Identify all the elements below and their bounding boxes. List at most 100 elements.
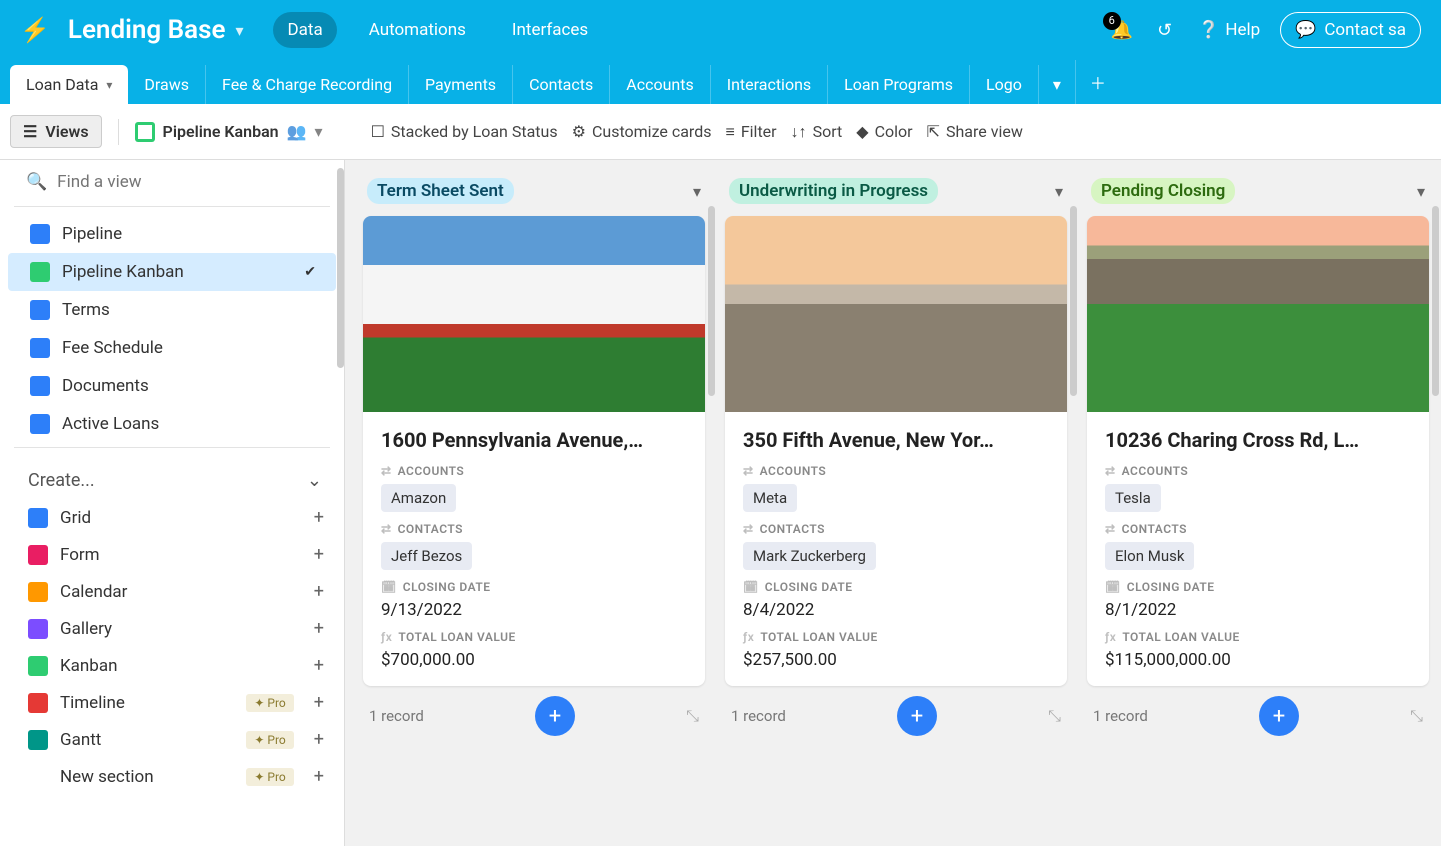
create-label: Timeline xyxy=(60,693,125,713)
add-icon[interactable]: + xyxy=(314,618,324,639)
loan-value: $700,000.00 xyxy=(381,650,687,670)
field-label: ACCOUNTS xyxy=(760,464,827,478)
add-card-button[interactable]: + xyxy=(1259,696,1299,736)
column-menu-icon[interactable]: ▾ xyxy=(693,182,701,201)
form-icon xyxy=(28,545,48,565)
sort-label: Sort xyxy=(813,122,843,141)
sidebar-view-active-loans[interactable]: Active Loans xyxy=(8,405,336,443)
tab-payments[interactable]: Payments xyxy=(409,65,513,104)
share-view-button[interactable]: ⇱ Share view xyxy=(927,122,1023,141)
add-icon[interactable]: + xyxy=(314,507,324,528)
contact-sales-button[interactable]: 💬 Contact sa xyxy=(1280,12,1421,48)
current-view[interactable]: Pipeline Kanban 👥 ▾ xyxy=(135,122,323,142)
add-card-button[interactable]: + xyxy=(535,696,575,736)
collapse-icon[interactable]: ⤡ xyxy=(1410,706,1423,726)
add-icon[interactable]: + xyxy=(314,544,324,565)
topnav-interfaces[interactable]: Interfaces xyxy=(498,12,602,48)
create-calendar[interactable]: Calendar+ xyxy=(0,573,344,610)
sidebar-view-fee-schedule[interactable]: Fee Schedule xyxy=(8,329,336,367)
tab-loan-data[interactable]: Loan Data ▾ xyxy=(10,65,128,104)
menu-icon: ☰ xyxy=(23,122,37,141)
help-icon: ❔ xyxy=(1198,20,1219,40)
chevron-down-icon[interactable]: ▾ xyxy=(106,78,112,92)
tab-contacts[interactable]: Contacts xyxy=(513,65,610,104)
contact-chip[interactable]: Mark Zuckerberg xyxy=(743,542,876,570)
add-icon[interactable]: + xyxy=(314,692,324,713)
sort-button[interactable]: ↓↑ Sort xyxy=(791,122,843,142)
account-chip[interactable]: Amazon xyxy=(381,484,456,512)
color-button[interactable]: ◆ Color xyxy=(856,122,912,141)
status-pill[interactable]: Underwriting in Progress xyxy=(729,178,938,204)
create-header[interactable]: Create... ⌄ xyxy=(0,456,344,499)
tab-accounts[interactable]: Accounts xyxy=(610,65,710,104)
add-icon[interactable]: + xyxy=(314,581,324,602)
closing-date: 9/13/2022 xyxy=(381,600,687,620)
add-icon[interactable]: + xyxy=(314,655,324,676)
column-footer: 1 record + ⤡ xyxy=(725,686,1067,740)
filter-label: Filter xyxy=(741,122,777,141)
kanban-card[interactable]: 350 Fifth Avenue, New Yor… ⇄ACCOUNTS Met… xyxy=(725,216,1067,686)
tabs-overflow-icon[interactable]: ▾ xyxy=(1039,65,1075,104)
topnav-automations[interactable]: Automations xyxy=(355,12,480,48)
notifications-icon[interactable]: 6 🔔 xyxy=(1111,20,1133,41)
tab-loan-programs[interactable]: Loan Programs xyxy=(828,65,970,104)
add-table-icon[interactable]: ＋ xyxy=(1075,60,1120,104)
contact-chip[interactable]: Elon Musk xyxy=(1105,542,1194,570)
formula-icon: ƒx xyxy=(381,630,392,644)
history-icon[interactable]: ↺ xyxy=(1157,20,1172,41)
tab-fee-charge[interactable]: Fee & Charge Recording xyxy=(206,65,409,104)
tl-icon xyxy=(28,693,48,713)
customize-cards-button[interactable]: ⚙ Customize cards xyxy=(572,122,712,141)
view-search[interactable]: 🔍 xyxy=(0,172,344,202)
app-title-dropdown-icon[interactable]: ▾ xyxy=(235,21,243,40)
contact-chip[interactable]: Jeff Bezos xyxy=(381,542,472,570)
collapse-icon[interactable]: ⤡ xyxy=(686,706,699,726)
kanban-card[interactable]: 1600 Pennsylvania Avenue,… ⇄ACCOUNTS Ama… xyxy=(363,216,705,686)
kanban-card[interactable]: 10236 Charing Cross Rd, L… ⇄ACCOUNTS Tes… xyxy=(1087,216,1429,686)
collapse-icon[interactable]: ⤡ xyxy=(1048,706,1061,726)
kanban-column: Pending Closing ▾ 10236 Charing Cross Rd… xyxy=(1087,178,1429,846)
topnav-data[interactable]: Data xyxy=(273,12,336,48)
link-icon: ⇄ xyxy=(1105,522,1116,536)
create-kanban[interactable]: Kanban+ xyxy=(0,647,344,684)
column-menu-icon[interactable]: ▾ xyxy=(1417,182,1425,201)
sidebar-view-documents[interactable]: Documents xyxy=(8,367,336,405)
view-label: Active Loans xyxy=(62,414,159,434)
create-gantt[interactable]: Gantt✦ Pro+ xyxy=(0,721,344,758)
tab-logo[interactable]: Logo xyxy=(970,65,1039,104)
add-card-button[interactable]: + xyxy=(897,696,937,736)
create-timeline[interactable]: Timeline✦ Pro+ xyxy=(0,684,344,721)
tab-draws[interactable]: Draws xyxy=(128,65,206,104)
sidebar-view-terms[interactable]: Terms xyxy=(8,291,336,329)
share-icon: ⇱ xyxy=(927,122,940,141)
notifications-badge: 6 xyxy=(1103,12,1121,30)
status-pill[interactable]: Pending Closing xyxy=(1091,178,1235,204)
create-grid[interactable]: Grid+ xyxy=(0,499,344,536)
create-gallery[interactable]: Gallery+ xyxy=(0,610,344,647)
tab-interactions[interactable]: Interactions xyxy=(711,65,828,104)
app-title[interactable]: Lending Base xyxy=(68,15,226,45)
chevron-down-icon[interactable]: ▾ xyxy=(315,122,323,141)
sidebar-view-pipeline[interactable]: Pipeline xyxy=(8,215,336,253)
filter-button[interactable]: ≡ Filter xyxy=(725,122,776,142)
sidebar-view-pipeline-kanban[interactable]: Pipeline Kanban✔ xyxy=(8,253,336,291)
stacked-by-button[interactable]: ☐ Stacked by Loan Status xyxy=(371,122,558,141)
column-menu-icon[interactable]: ▾ xyxy=(1055,182,1063,201)
views-sidebar: 🔍 Pipeline Pipeline Kanban✔ Terms Fee Sc… xyxy=(0,160,345,846)
views-button[interactable]: ☰ Views xyxy=(10,115,102,148)
search-input[interactable] xyxy=(57,172,324,192)
add-icon[interactable]: + xyxy=(314,729,324,750)
create-form[interactable]: Form+ xyxy=(0,536,344,573)
share-label: Share view xyxy=(946,122,1023,141)
help-button[interactable]: ❔ Help xyxy=(1198,20,1260,40)
create-new-section[interactable]: New section✦ Pro+ xyxy=(0,758,344,795)
status-pill[interactable]: Term Sheet Sent xyxy=(367,178,514,204)
grid-icon xyxy=(28,508,48,528)
account-chip[interactable]: Tesla xyxy=(1105,484,1161,512)
add-icon[interactable]: + xyxy=(314,766,324,787)
account-chip[interactable]: Meta xyxy=(743,484,797,512)
chevron-down-icon[interactable]: ⌄ xyxy=(307,470,322,491)
filter-icon: ≡ xyxy=(725,122,734,142)
main: 🔍 Pipeline Pipeline Kanban✔ Terms Fee Sc… xyxy=(0,160,1441,846)
card-image xyxy=(1087,216,1429,412)
